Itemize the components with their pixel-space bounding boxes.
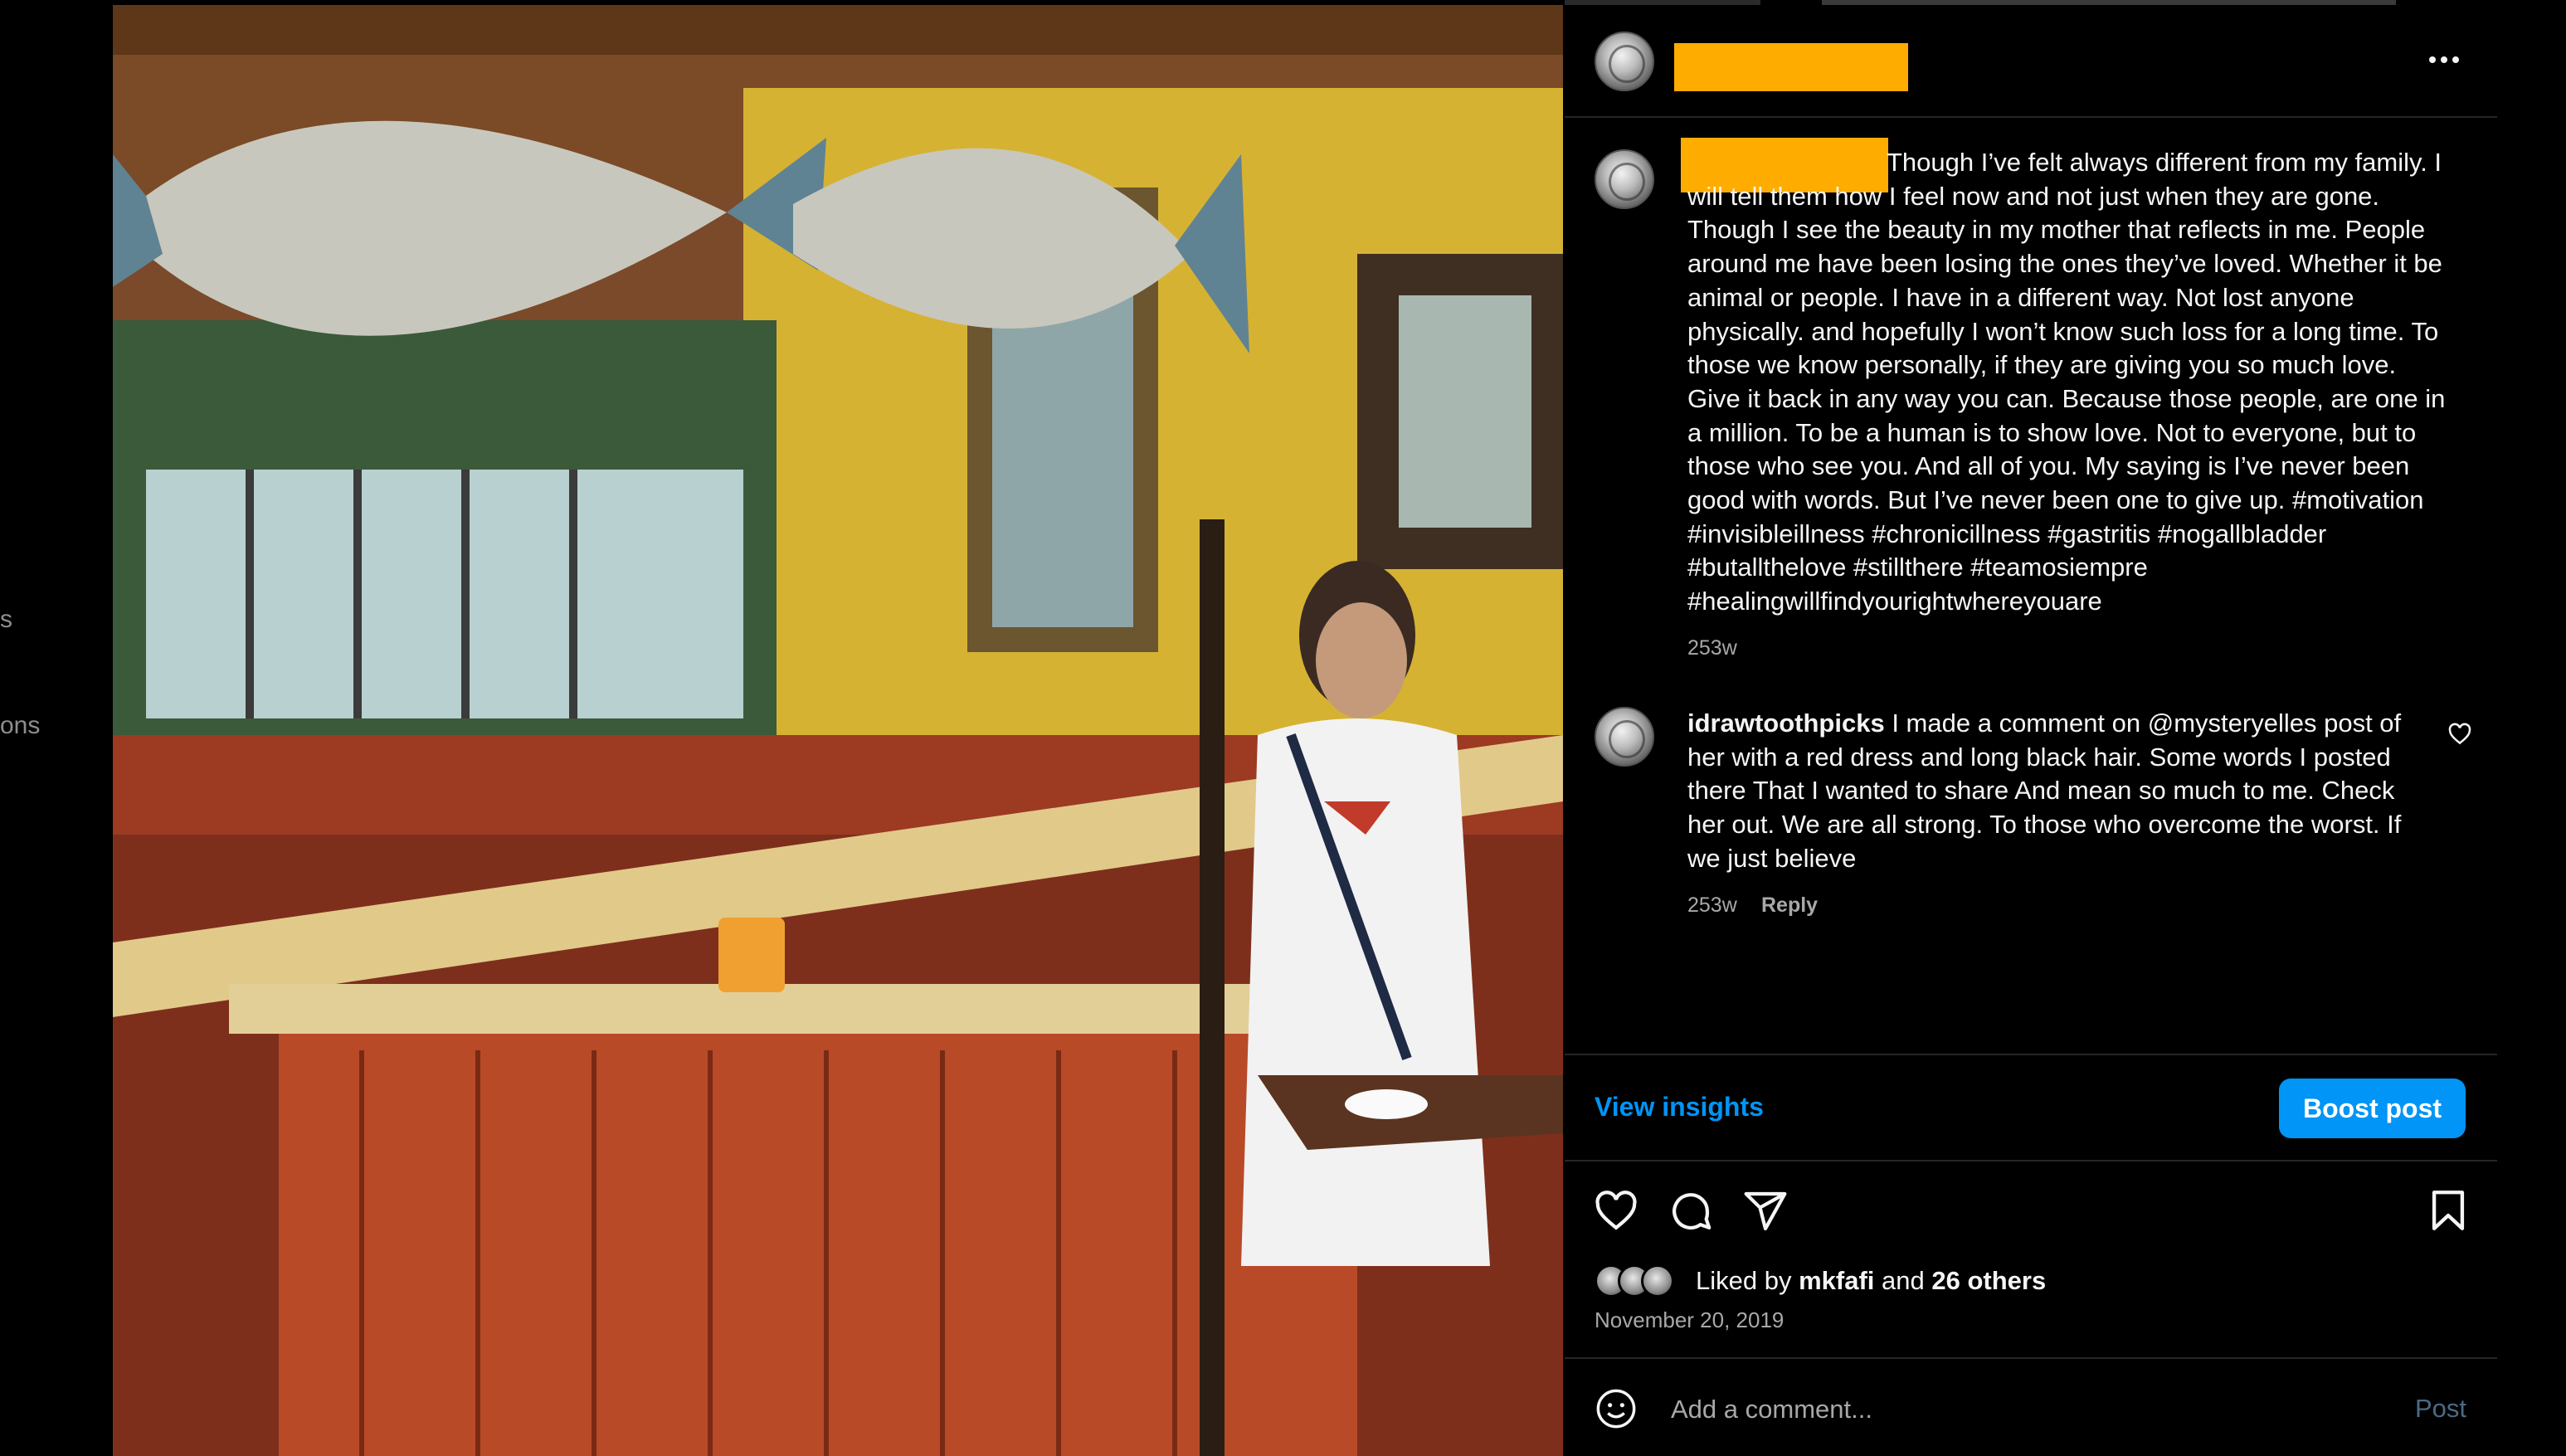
post-date[interactable]: November 20, 2019: [1595, 1307, 1784, 1333]
add-comment-input[interactable]: [1669, 1385, 2336, 1434]
heart-icon[interactable]: [1593, 1188, 1639, 1234]
post-comment-button[interactable]: Post: [2415, 1394, 2466, 1424]
header-divider: [1565, 116, 2497, 118]
top-edge-thumbnails: [1565, 0, 2497, 5]
emoji-icon[interactable]: [1595, 1387, 1638, 1430]
commenter-username[interactable]: idrawtoothpicks: [1687, 709, 1885, 738]
comment-age: 253w: [1687, 894, 1737, 917]
view-insights-link[interactable]: View insights: [1595, 1092, 1764, 1122]
liker-avatar-3[interactable]: [1641, 1264, 1674, 1298]
comment-like-heart-icon[interactable]: [2447, 722, 2472, 747]
reply-button[interactable]: Reply: [1761, 894, 1818, 918]
bookmark-icon[interactable]: [2424, 1186, 2472, 1234]
post-caption: Though I’ve felt always different from m…: [1687, 146, 2451, 619]
sidebar-fragment-2[interactable]: ons: [0, 712, 40, 740]
insights-divider-top: [1565, 1054, 2497, 1055]
share-icon[interactable]: [1742, 1188, 1789, 1234]
likes-prefix: Liked by: [1696, 1266, 1792, 1295]
comment-icon[interactable]: [1668, 1188, 1714, 1234]
sidebar-fragment-1[interactable]: s: [0, 606, 12, 634]
likes-others-link[interactable]: 26 others: [1931, 1266, 2046, 1295]
commenter-avatar[interactable]: [1595, 707, 1654, 767]
caption-text: Though I’ve felt always different from m…: [1687, 148, 2452, 616]
caption-avatar[interactable]: [1595, 149, 1654, 209]
boost-post-button[interactable]: Boost post: [2279, 1079, 2466, 1138]
more-options-icon[interactable]: [2426, 51, 2462, 68]
author-avatar[interactable]: [1595, 32, 1654, 91]
author-username-redacted[interactable]: [1674, 43, 1908, 91]
comment-box-divider: [1565, 1357, 2497, 1359]
likes-summary: Liked by mkfafi and 26 others: [1696, 1266, 2046, 1296]
liker-username[interactable]: mkfafi: [1799, 1266, 1874, 1295]
likes-connector: and: [1882, 1266, 1925, 1295]
caption-age: 253w: [1687, 636, 1737, 660]
post-image: [113, 5, 1563, 1456]
insights-divider-bottom: [1565, 1160, 2497, 1161]
comment-item: idrawtoothpicks I made a comment on @mys…: [1687, 707, 2417, 876]
